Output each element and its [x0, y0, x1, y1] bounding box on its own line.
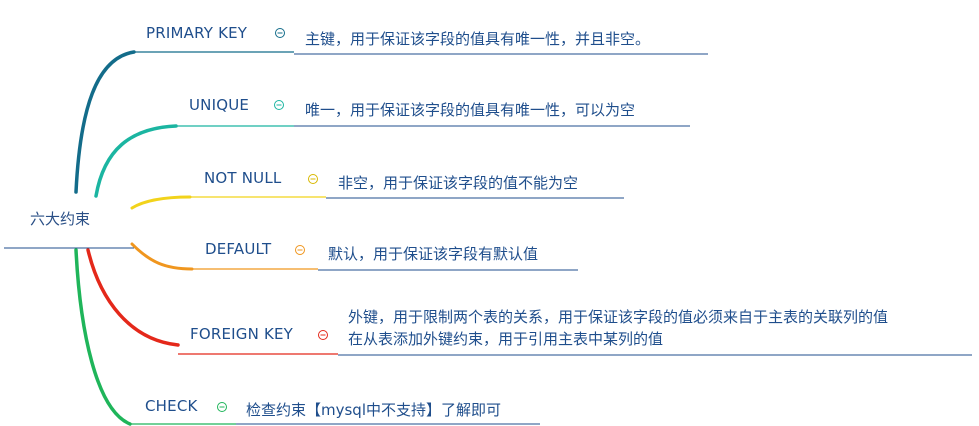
- minus-circle-icon[interactable]: [274, 100, 284, 110]
- branch-desc-notnull[interactable]: 非空，用于保证该字段的值不能为空: [338, 176, 578, 191]
- branch-label-notnull[interactable]: NOT NULL: [204, 171, 281, 186]
- minus-circle-icon[interactable]: [275, 28, 285, 38]
- branch-label-check[interactable]: CHECK: [145, 399, 198, 414]
- branch-line-default: [130, 242, 194, 271]
- minus-circle-icon[interactable]: [217, 402, 227, 412]
- minus-circle-icon[interactable]: [308, 174, 318, 184]
- branch-line-notnull: [130, 195, 192, 210]
- branch-desc-foreign-line-2: 在从表添加外键约束，用于引用主表中某列的值: [348, 330, 664, 348]
- branch-desc-default[interactable]: 默认，用于保证该字段有默认值: [328, 247, 538, 262]
- minus-circle-icon[interactable]: [318, 330, 328, 340]
- branch-desc-foreign[interactable]: 外键，用于限制两个表的关系，用于保证该字段的值必须来自于主表的关联列的值 在从表…: [348, 306, 888, 350]
- branch-desc-check[interactable]: 检查约束【mysql中不支持】了解即可: [246, 403, 501, 418]
- branch-label-primary[interactable]: PRIMARY KEY: [146, 26, 247, 41]
- branch-desc-unique[interactable]: 唯一，用于保证该字段的值具有唯一性，可以为空: [305, 103, 635, 118]
- branch-line-unique: [94, 124, 178, 198]
- branch-desc-primary[interactable]: 主键，用于保证该字段的值具有唯一性，并且非空。: [305, 32, 650, 47]
- branch-label-foreign[interactable]: FOREIGN KEY: [190, 327, 293, 342]
- branch-line-check: [74, 248, 132, 426]
- branch-label-unique[interactable]: UNIQUE: [189, 98, 249, 113]
- branch-desc-foreign-line-1: 外键，用于限制两个表的关系，用于保证该字段的值必须来自于主表的关联列的值: [348, 308, 889, 326]
- root-node-label[interactable]: 六大约束: [30, 212, 90, 227]
- mindmap-canvas: [4, 28, 972, 426]
- branch-label-default[interactable]: DEFAULT: [205, 242, 271, 257]
- minus-circle-icon[interactable]: [295, 245, 305, 255]
